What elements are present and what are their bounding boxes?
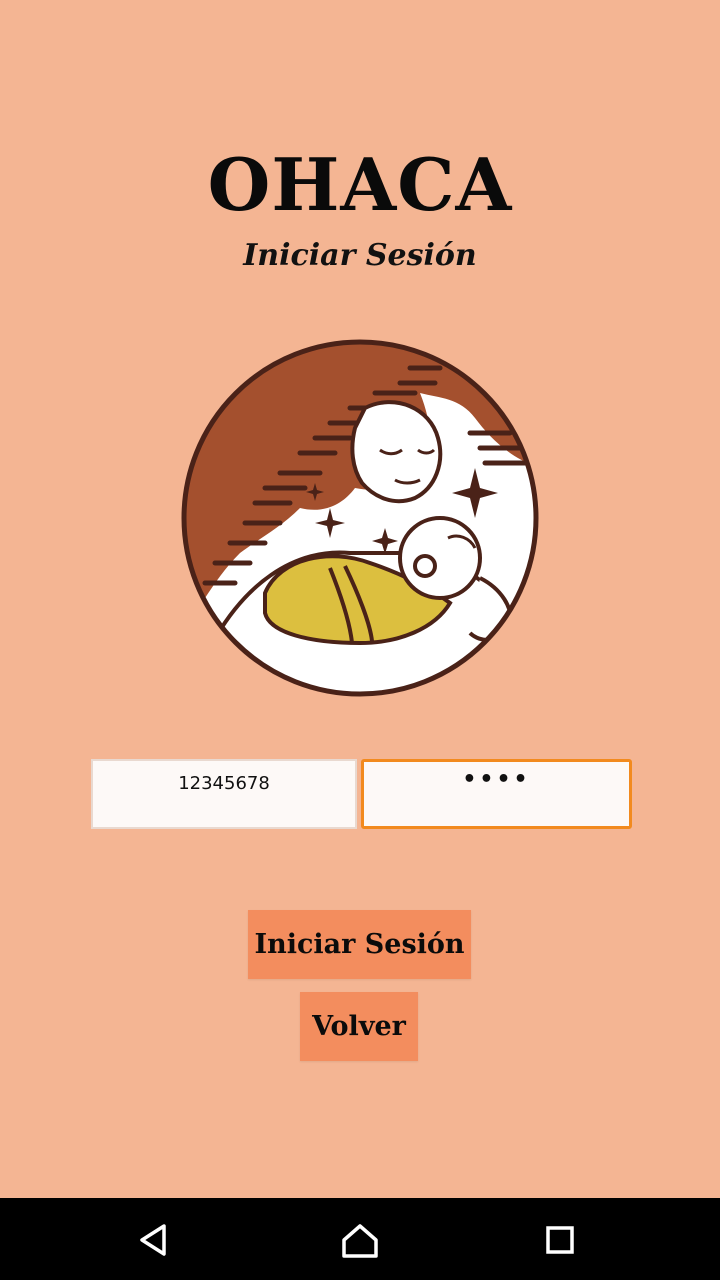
android-navigation-bar	[0, 1198, 720, 1280]
login-screen: OHACA Iniciar Sesión 12345678 •••• Inici…	[0, 0, 720, 1280]
app-title: OHACA	[207, 142, 513, 227]
square-recents-icon[interactable]	[538, 1218, 582, 1262]
home-icon[interactable]	[338, 1218, 382, 1262]
triangle-back-icon[interactable]	[132, 1218, 176, 1262]
password-input[interactable]: ••••	[361, 759, 632, 829]
mother-baby-logo	[181, 339, 539, 697]
back-button[interactable]: Volver	[300, 992, 418, 1061]
login-button[interactable]: Iniciar Sesión	[248, 910, 471, 979]
page-subtitle: Iniciar Sesión	[243, 238, 477, 273]
username-input[interactable]: 12345678	[91, 759, 357, 829]
